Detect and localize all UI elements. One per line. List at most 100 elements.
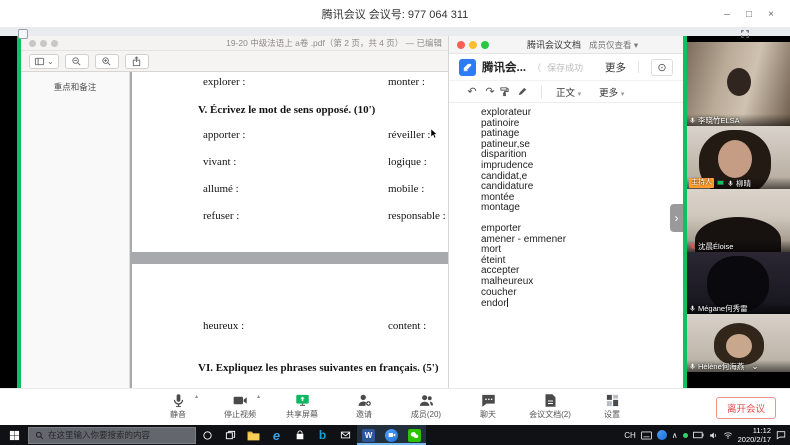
caret-down-icon: ▾ [578,91,582,98]
mic-icon [689,363,696,370]
mic-icon [689,305,696,312]
word-line: imprudence [481,161,683,172]
docs-titlebar: 腾讯会议文档 成员仅查看 ▾ [449,36,683,54]
bing-icon[interactable]: b [311,425,334,445]
close-dot[interactable] [457,41,465,49]
participant-name: Mégane何秀雷 [698,303,748,314]
participant-name: 沈晨Éloise [698,241,733,252]
pdf-text: content : [388,320,426,332]
cortana-icon[interactable] [196,425,219,445]
wechat-tray-icon[interactable] [683,433,688,438]
word-icon[interactable]: W [357,425,380,445]
participant-label: 沈晨Éloise [687,240,790,252]
edge-icon[interactable]: e [265,425,288,445]
view-mode-dropdown[interactable]: 成员仅查看 ▾ [589,39,638,51]
video-panel: 李晓竹ELSA 主持人 柳晴 沈晨Éloise Mégane何秀 [687,36,790,388]
leave-meeting-button[interactable]: 离开会议 [716,397,776,419]
minimize-dot[interactable] [40,40,47,47]
file-explorer-icon[interactable] [242,425,265,445]
expand-fullscreen-icon[interactable] [740,29,750,39]
participant-label: 李晓竹ELSA [687,114,790,126]
stop-video-button[interactable]: ▴ 停止视频 [217,393,263,420]
maximize-button[interactable]: □ [738,9,760,20]
present-button[interactable]: ⊙ [651,59,673,76]
touch-keyboard-icon[interactable] [641,431,652,440]
pen-button[interactable] [517,86,535,97]
redo-button[interactable]: ↷ [481,85,499,98]
share-float-icon[interactable] [18,29,28,39]
caret-down-icon: ▾ [621,91,625,98]
volume-icon[interactable] [709,431,718,440]
weather-tray-icon[interactable] [657,430,667,440]
word-line: amener - emmener [481,235,683,246]
caret-down-icon: ▾ [634,40,638,50]
pdf-text: vivant : [203,156,236,168]
toolbar-more-dropdown[interactable]: 更多 ▾ [599,85,624,99]
more-button[interactable]: 更多 [605,60,626,75]
close-dot[interactable] [29,40,36,47]
microsoft-store-icon[interactable] [288,425,311,445]
zoom-dot[interactable] [481,41,489,49]
format-painter-button[interactable] [499,86,517,97]
invite-icon [357,393,372,408]
meeting-docs-button[interactable]: 会议文档(2) [527,393,573,420]
action-center-icon[interactable] [776,430,786,440]
docs-toolbar: ↶ ↷ 正文 ▾ 更多 ▾ [449,81,683,103]
video-thumb-participant-1[interactable]: 李晓竹ELSA [687,42,790,126]
mail-icon[interactable] [334,425,357,445]
invite-button[interactable]: 邀请 [341,393,387,420]
pdf-text: logique : [388,156,427,168]
minimize-button[interactable]: – [716,9,738,20]
pdf-canvas[interactable]: explorer : monter : V. Écrivez le mot de… [130,72,448,388]
battery-icon[interactable] [693,431,704,439]
divider [638,61,639,73]
collapse-list-chevron[interactable]: ⌄ [751,361,759,372]
clock[interactable]: 11:12 2020/2/17 [738,426,771,444]
word-line: emporter [481,224,683,235]
caret-up-icon[interactable]: ▴ [257,393,260,400]
wechat-icon[interactable] [403,425,426,445]
close-button[interactable]: × [760,9,782,20]
traffic-lights [29,40,58,47]
video-thumb-participant-3[interactable]: 沈晨Éloise [687,189,790,252]
zoom-out-button[interactable] [65,54,89,69]
preview-sidebar: 重点和备注 [21,72,130,388]
share-screen-button[interactable]: 共享屏幕 [279,393,325,420]
document-editor[interactable]: explorateur patinoire patinage patineur,… [449,103,683,388]
video-thumb-participant-4[interactable]: Mégane何秀雷 [687,252,790,314]
word-line: montage [481,203,683,214]
tencent-meeting-icon[interactable] [380,425,403,445]
sidebar-toggle-button[interactable]: ⌄ [29,54,59,69]
preview-titlebar: 19-20 中级法语上 a卷 .pdf（第 2 页，共 4 页） — 已编辑 [21,36,448,51]
mic-icon [171,393,186,408]
start-button[interactable] [0,425,28,445]
minimize-dot[interactable] [469,41,477,49]
tencent-docs-logo-icon [459,59,476,76]
undo-button[interactable]: ↶ [463,85,481,98]
video-thumb-participant-5[interactable]: Hélène何海燕 ⌄ [687,314,790,372]
taskbar-search[interactable] [28,427,196,444]
zoom-dot[interactable] [51,40,58,47]
video-thumb-host[interactable]: 主持人 柳晴 [687,126,790,189]
members-button[interactable]: 成员(20) [403,393,449,420]
wifi-icon[interactable] [723,431,733,440]
chevron-down-icon: ⌄ [47,57,54,66]
panel-collapse-arrow[interactable]: › [670,204,683,232]
zoom-in-button[interactable] [95,54,119,69]
task-view-icon[interactable] [219,425,242,445]
show-hidden-icons-caret[interactable]: ∧ [672,431,678,440]
participant-silhouette [726,334,752,358]
ime-indicator[interactable]: CH [624,431,636,440]
document-title[interactable]: 腾讯会... [482,59,526,75]
share-button[interactable] [125,54,149,69]
mic-icon [689,117,696,124]
search-input[interactable] [48,430,188,440]
caret-up-icon[interactable]: ▴ [195,393,198,400]
participant-label: Mégane何秀雷 [687,302,790,314]
left-black-column [0,36,17,388]
settings-button[interactable]: 设置 [589,393,635,420]
chat-button[interactable]: 聊天 [465,393,511,420]
pdf-text: monter : [388,76,425,88]
mute-button[interactable]: ▴ 静音 [155,393,201,420]
paragraph-style-dropdown[interactable]: 正文 ▾ [556,85,581,99]
